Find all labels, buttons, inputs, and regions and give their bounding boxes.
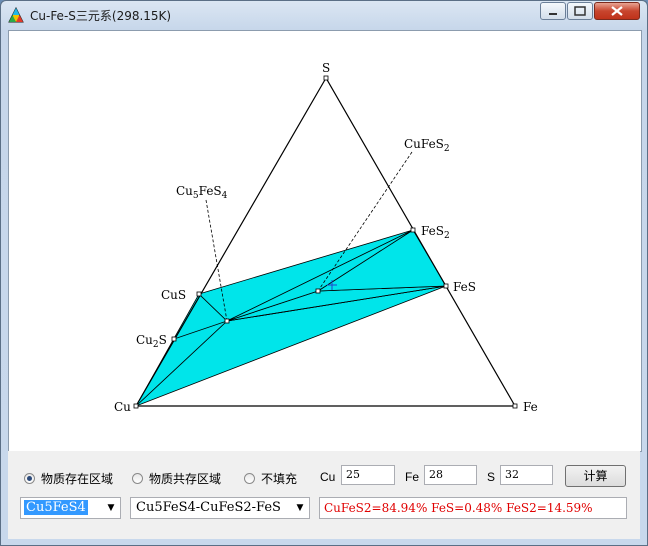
fe-input[interactable]: 28 (424, 465, 477, 485)
chevron-down-icon: ▼ (107, 503, 115, 513)
fes-label: FeS (453, 280, 476, 294)
cu-input[interactable]: 25 (341, 465, 395, 485)
minimize-button[interactable] (540, 2, 566, 20)
result-field: CuFeS2=84.94% FeS=0.48% FeS2=14.59% (319, 497, 627, 519)
point-cu (133, 403, 139, 409)
main-window: Cu-Fe-S三元系(298.15K) S Cu Fe CuFeS2 Cu5Fe… (0, 0, 648, 546)
close-button[interactable] (594, 2, 640, 20)
point-cus (196, 291, 202, 297)
cu2s-label: Cu2S (136, 333, 167, 350)
s-label: S (487, 470, 496, 484)
diagram-canvas: S Cu Fe CuFeS2 Cu5FeS4 FeS2 FeS CuS Cu2S (8, 30, 642, 452)
compound-select-value: Cu5FeS4 (24, 500, 88, 515)
s-input[interactable]: 32 (500, 465, 553, 485)
calculate-button[interactable]: 计算 (565, 465, 626, 487)
maximize-icon (574, 6, 586, 16)
cu-label: Cu (320, 470, 336, 484)
control-panel: 物质存在区域 物质共存区域 不填充 Cu 25 Fe 28 S 32 计算 Cu… (8, 451, 640, 539)
vertex-s-label: S (322, 61, 330, 75)
point-cu2s (171, 336, 177, 342)
cus-label: CuS (161, 288, 186, 302)
point-cufes2 (315, 288, 321, 294)
vertex-fe-label: Fe (523, 400, 538, 414)
cu5fes4-label: Cu5FeS4 (176, 184, 228, 201)
region-select[interactable]: Cu5FeS4-CuFeS2-FeS ▼ (130, 497, 310, 519)
title-bar: Cu-Fe-S三元系(298.15K) (1, 1, 647, 29)
radio-label: 物质共存区域 (149, 471, 222, 486)
radio-no-fill[interactable]: 不填充 (244, 470, 297, 486)
radio-unchecked-icon (244, 472, 255, 484)
radio-coexistence-region[interactable]: 物质共存区域 (132, 470, 221, 486)
radio-label: 物质存在区域 (41, 471, 114, 486)
compound-select[interactable]: Cu5FeS4 ▼ (20, 497, 121, 519)
point-fes (443, 283, 449, 289)
radio-label: 不填充 (261, 471, 298, 486)
radio-unchecked-icon (132, 472, 143, 484)
point-fe (512, 403, 518, 409)
radio-checked-icon (24, 472, 35, 484)
point-fes2 (410, 227, 416, 233)
maximize-button[interactable] (567, 2, 593, 20)
fes2-label: FeS2 (421, 224, 450, 241)
point-s (323, 75, 329, 81)
region-select-value: Cu5FeS4-CuFeS2-FeS (136, 500, 281, 515)
close-icon (611, 6, 623, 16)
point-cu5fes4 (224, 318, 230, 324)
vertex-cu-label: Cu (114, 400, 131, 414)
chevron-down-icon: ▼ (296, 503, 304, 513)
fe-label: Fe (405, 470, 420, 484)
cufes2-label: CuFeS2 (404, 137, 450, 154)
app-triangle-icon (8, 7, 24, 23)
ternary-diagram: S Cu Fe CuFeS2 Cu5FeS4 FeS2 FeS CuS Cu2S (114, 61, 538, 414)
minimize-icon (549, 13, 557, 15)
window-title: Cu-Fe-S三元系(298.15K) (30, 9, 172, 23)
radio-existence-region[interactable]: 物质存在区域 (24, 470, 113, 486)
